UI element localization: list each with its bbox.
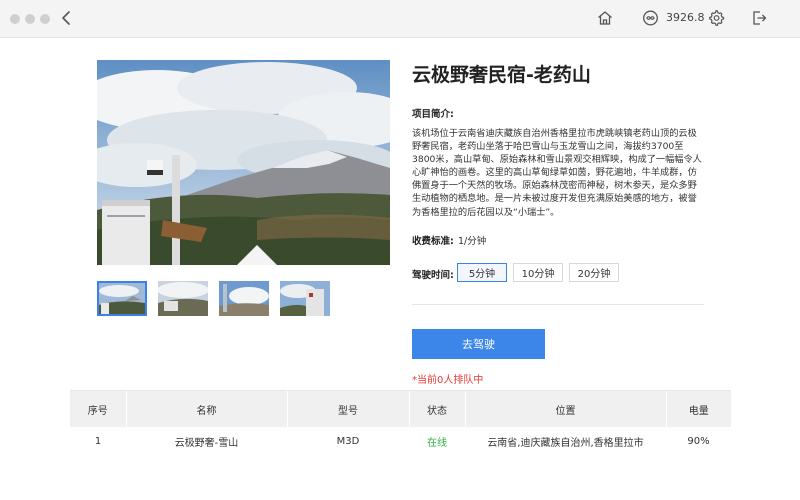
thumbnail-3-image xyxy=(219,281,269,316)
device-table: 序号 名称 型号 状态 位置 电量 1 云极野奢-雪山 M3D 在线 云南省,迪… xyxy=(70,391,731,455)
fee-value: 1/分钟 xyxy=(458,236,487,247)
project-title: 云极野奢民宿-老药山 xyxy=(412,64,591,86)
col-header-name: 名称 xyxy=(125,391,287,427)
thumbnail-4-image xyxy=(280,281,330,316)
col-header-status: 状态 xyxy=(408,391,465,427)
col-header-location: 位置 xyxy=(464,391,666,427)
intro-label: 项目简介: xyxy=(412,109,454,120)
queue-status: *当前0人排队中 xyxy=(412,375,484,386)
col-header-index: 序号 xyxy=(70,391,126,427)
mountain-landscape-photo xyxy=(97,60,390,265)
thumbnail-3[interactable] xyxy=(219,281,269,316)
chevron-left-icon[interactable] xyxy=(58,9,76,27)
logout-icon[interactable] xyxy=(750,9,768,27)
table-row[interactable]: 1 云极野奢-雪山 M3D 在线 云南省,迪庆藏族自治州,香格里拉市 90% xyxy=(70,427,731,455)
drive-option-20min[interactable]: 20分钟 xyxy=(569,263,619,282)
thumbnail-1[interactable] xyxy=(97,281,147,316)
drive-time-label: 驾驶时间: xyxy=(412,270,454,281)
cell-location: 云南省,迪庆藏族自治州,香格里拉市 xyxy=(487,437,644,449)
go-drive-button[interactable]: 去驾驶 xyxy=(412,329,545,359)
home-icon[interactable] xyxy=(596,9,614,27)
divider xyxy=(412,304,704,305)
drive-option-5min[interactable]: 5分钟 xyxy=(457,263,507,282)
window-zoom-dot[interactable] xyxy=(40,14,50,24)
cell-model: M3D xyxy=(336,435,360,447)
cell-index: 1 xyxy=(94,435,102,447)
coin-icon xyxy=(643,10,658,26)
balance-value: 3926.8 xyxy=(666,11,705,24)
thumbnail-2[interactable] xyxy=(158,281,208,316)
drive-option-10min[interactable]: 10分钟 xyxy=(513,263,563,282)
thumbnail-2-image xyxy=(158,281,208,316)
window-close-dot[interactable] xyxy=(10,14,20,24)
main-photo xyxy=(97,60,390,265)
title-bar: 3926.8 xyxy=(0,0,800,38)
gear-icon[interactable] xyxy=(707,9,725,27)
thumbnail-1-image xyxy=(99,283,145,314)
col-header-model: 型号 xyxy=(286,391,409,427)
table-header-row: 序号 名称 型号 状态 位置 电量 xyxy=(70,391,731,427)
project-description: 该机场位于云南省迪庆藏族自治州香格里拉市虎跳峡镇老药山顶的云极野奢民宿，老药山坐… xyxy=(412,128,702,218)
cell-name: 云极野奢-雪山 xyxy=(174,437,239,449)
col-header-battery: 电量 xyxy=(665,391,731,427)
window-minimize-dot[interactable] xyxy=(25,14,35,24)
thumbnail-4[interactable] xyxy=(280,281,330,316)
fee-label: 收费标准: xyxy=(412,236,454,247)
cell-status: 在线 xyxy=(427,437,447,449)
cell-battery: 90% xyxy=(687,435,710,447)
